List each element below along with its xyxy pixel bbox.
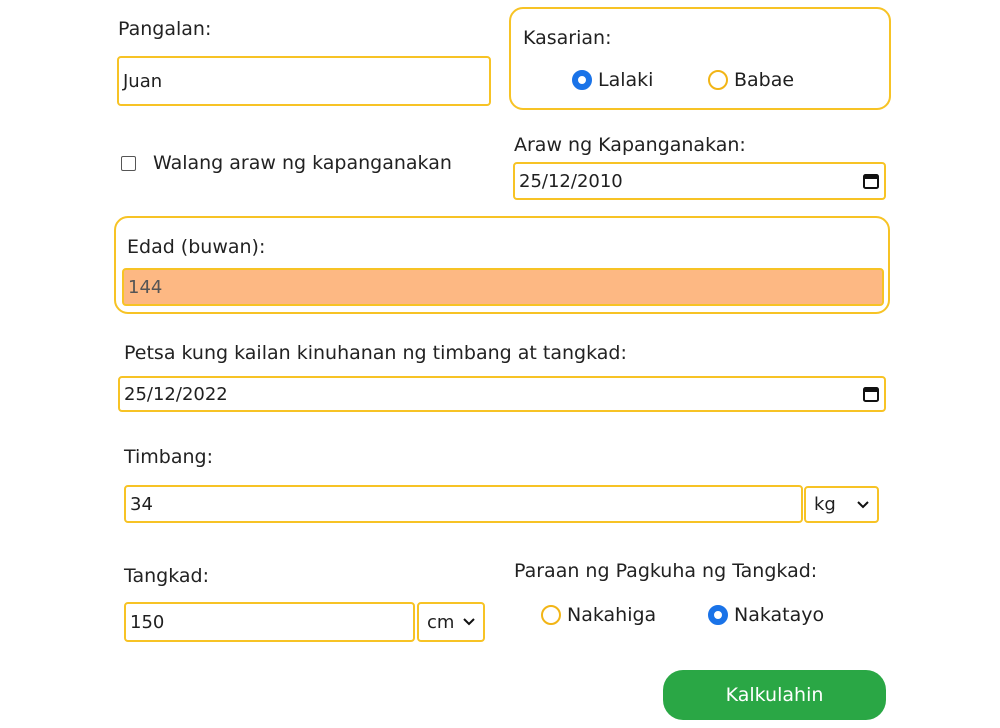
sex-label: Kasarian: — [523, 27, 612, 49]
calculate-button[interactable]: Kalkulahin — [663, 670, 886, 720]
weight-input[interactable]: 34 — [124, 485, 803, 523]
height-unit-select[interactable]: cm — [417, 602, 485, 642]
standing-radio[interactable] — [708, 605, 728, 625]
height-method-option-standing[interactable]: Nakatayo — [708, 604, 824, 626]
height-unit-value: cm — [427, 611, 455, 633]
lying-radio[interactable] — [541, 605, 561, 625]
sex-panel: Kasarian: Lalaki Babae — [509, 7, 891, 110]
birthdate-input[interactable]: 25/12/2010 — [513, 162, 886, 200]
no-birthdate-checkbox[interactable] — [121, 156, 136, 171]
lying-label: Nakahiga — [567, 604, 657, 626]
female-label: Babae — [734, 69, 795, 91]
weight-unit-select[interactable]: kg — [804, 486, 879, 523]
age-input[interactable]: 144 — [122, 268, 884, 306]
chevron-down-icon — [857, 500, 869, 508]
measure-date-label: Petsa kung kailan kinuhanan ng timbang a… — [124, 342, 627, 364]
chevron-down-icon — [463, 618, 475, 626]
calendar-icon[interactable] — [862, 172, 880, 190]
calendar-icon[interactable] — [862, 385, 880, 403]
sex-option-male[interactable]: Lalaki — [572, 69, 653, 91]
height-label: Tangkad: — [124, 565, 209, 587]
male-label: Lalaki — [598, 69, 654, 91]
weight-label: Timbang: — [124, 446, 214, 468]
measure-date-value: 25/12/2022 — [124, 383, 228, 405]
no-birthdate-label: Walang araw ng kapanganakan — [153, 152, 452, 174]
male-radio[interactable] — [572, 70, 592, 90]
height-input[interactable]: 150 — [124, 602, 415, 642]
no-birthdate-checkbox-wrap[interactable] — [121, 156, 136, 171]
weight-unit-value: kg — [814, 494, 836, 515]
sex-option-female[interactable]: Babae — [708, 69, 794, 91]
height-method-label: Paraan ng Pagkuha ng Tangkad: — [514, 560, 818, 582]
birthdate-label: Araw ng Kapanganakan: — [514, 134, 746, 156]
name-label: Pangalan: — [118, 18, 212, 40]
birthdate-value: 25/12/2010 — [519, 170, 623, 192]
age-panel: Edad (buwan): 144 — [114, 216, 890, 314]
standing-label: Nakatayo — [734, 604, 825, 626]
measure-date-input[interactable]: 25/12/2022 — [118, 376, 886, 412]
height-method-option-lying[interactable]: Nakahiga — [541, 604, 656, 626]
age-label: Edad (buwan): — [127, 236, 266, 258]
name-input[interactable]: Juan — [117, 56, 491, 106]
female-radio[interactable] — [708, 70, 728, 90]
